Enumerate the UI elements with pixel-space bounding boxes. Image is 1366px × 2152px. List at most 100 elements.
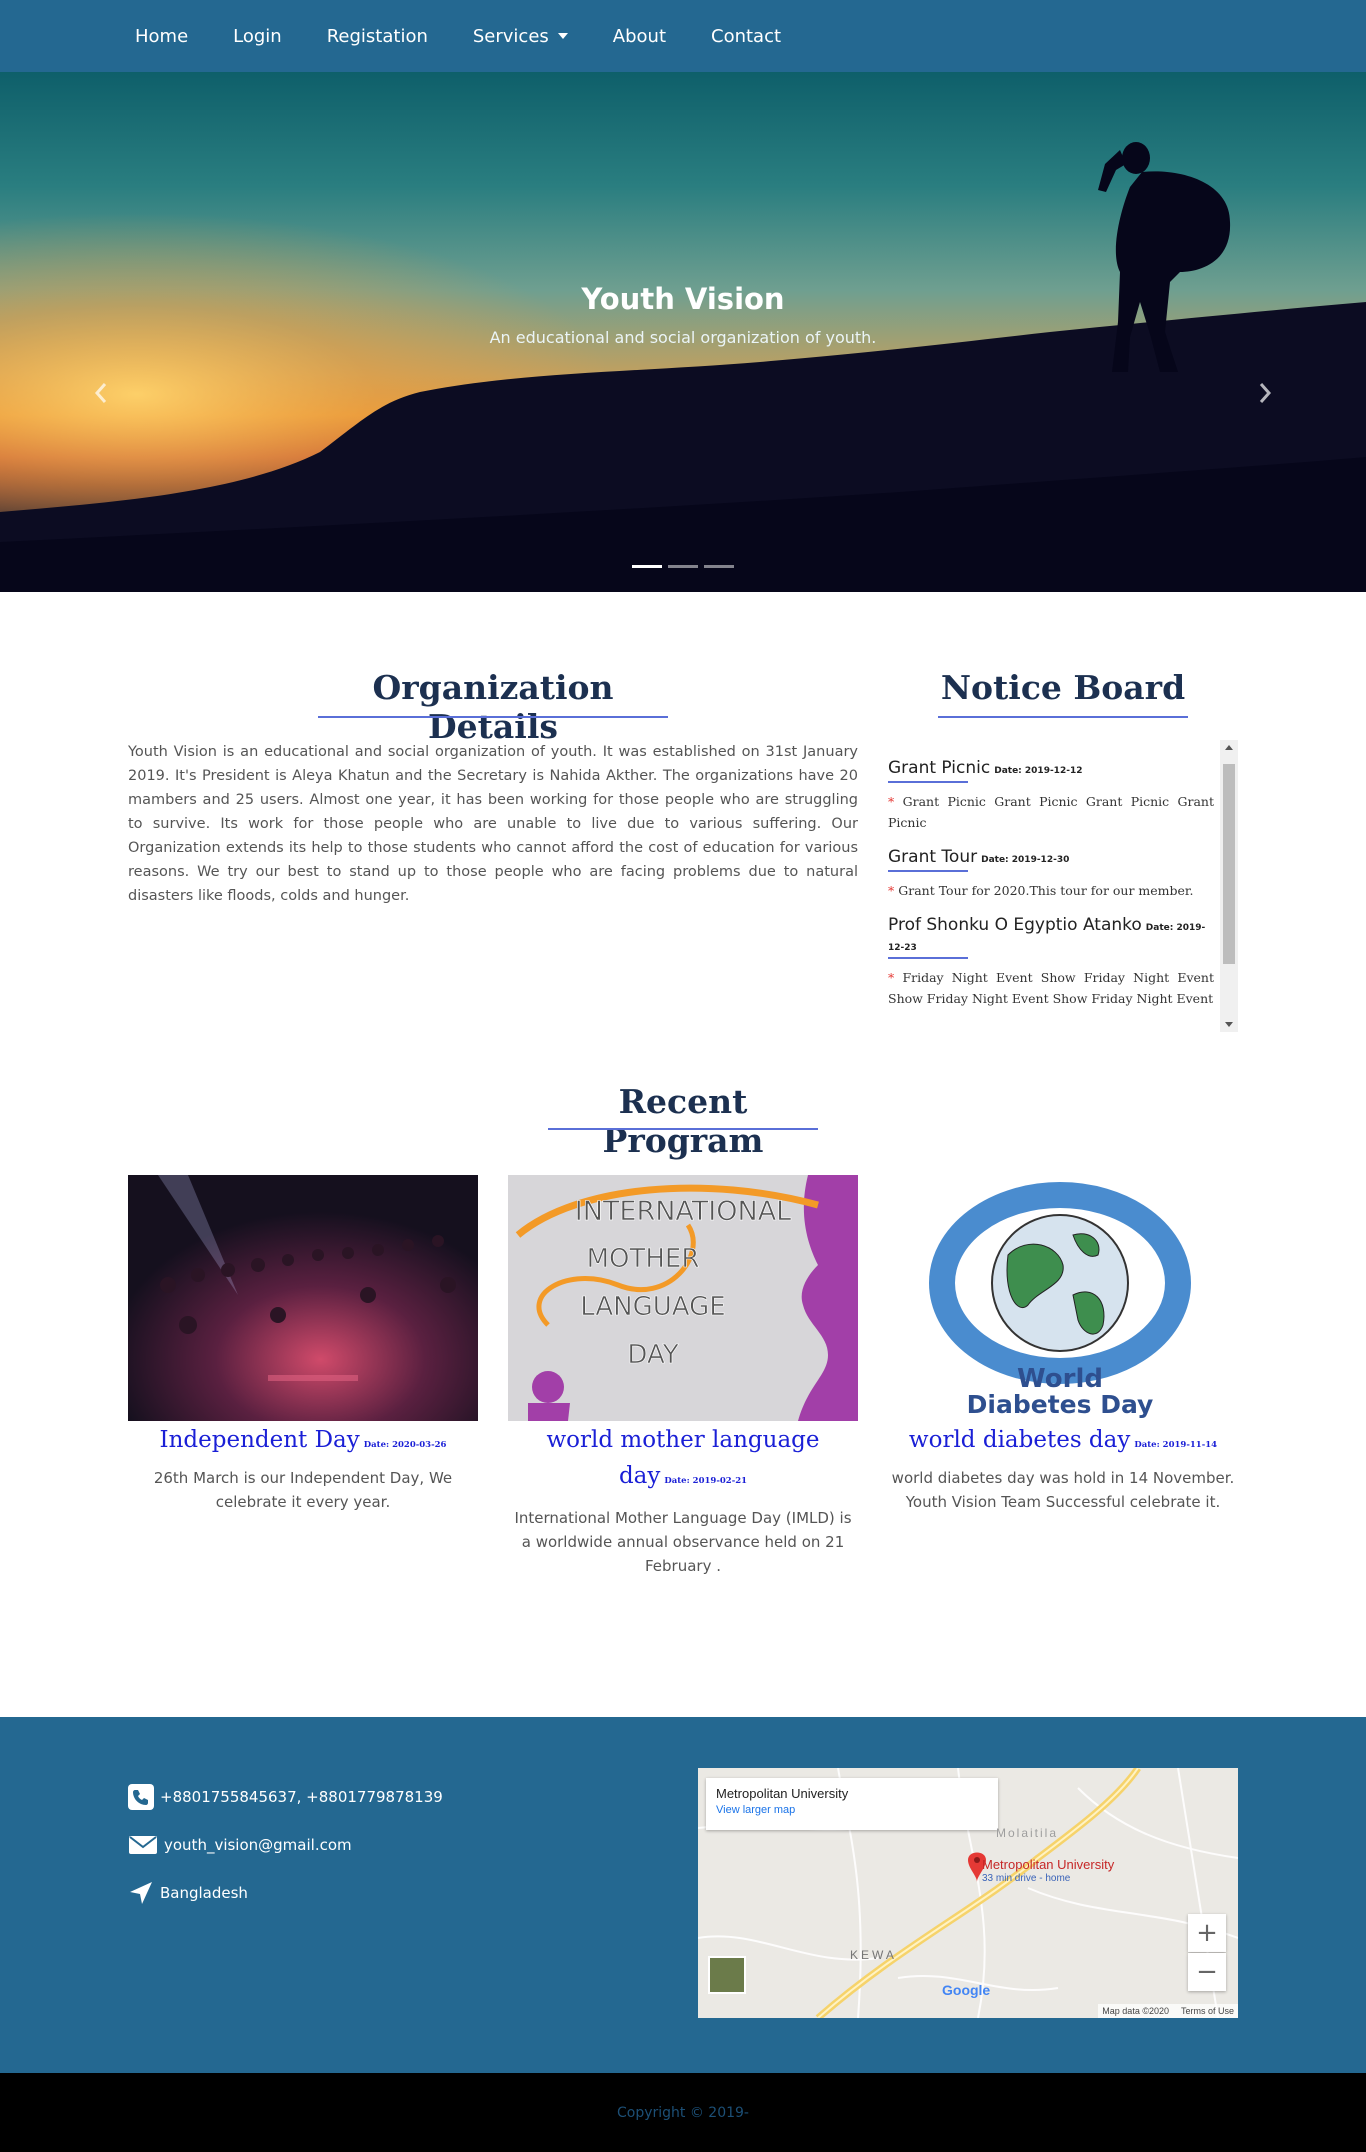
footer-location: Bangladesh	[128, 1880, 248, 1906]
scroll-down-icon[interactable]	[1225, 1022, 1233, 1027]
footer-phone: +8801755845637, +8801779878139	[128, 1784, 443, 1810]
envelope-icon	[129, 1836, 157, 1854]
carousel-indicators	[0, 565, 1366, 568]
carousel-prev-button[interactable]	[86, 378, 116, 408]
notice-item: Grant Picnic Date: 2019-12-12 * Grant Pic…	[888, 758, 1214, 833]
chevron-left-icon	[94, 383, 107, 403]
nav-services-dropdown[interactable]: Services	[473, 26, 568, 47]
notice-item: Grant Tour Date: 2019-12-30 * Grant Tour …	[888, 847, 1214, 901]
carousel-indicator-2[interactable]	[668, 565, 698, 568]
copyright-bar: Copyright © 2019-	[0, 2073, 1366, 2152]
map-satellite-toggle[interactable]	[708, 1956, 746, 1994]
notice-item: Prof Shonku O Egyptio Atanko Date: 2019-1…	[888, 915, 1214, 1009]
nav-registration[interactable]: Registation	[327, 26, 428, 47]
hero-subtitle: An educational and social organization o…	[489, 328, 877, 347]
program-card: Independent Day Date: 2020-03-26 26th Mar…	[128, 1175, 478, 1514]
organization-title-underline	[318, 716, 668, 718]
minus-icon: −	[1196, 1957, 1218, 1987]
world-diabetes-day-image: World Diabetes Day	[888, 1175, 1238, 1421]
notice-board-title: Notice Board	[940, 668, 1186, 707]
scroll-up-icon[interactable]	[1225, 745, 1233, 750]
nav-registration-label: Registation	[326, 25, 428, 47]
caret-down-icon	[557, 33, 568, 39]
map-google-logo: Google	[942, 1982, 991, 1998]
program-card-title[interactable]: Independent Day	[160, 1427, 360, 1453]
notice-item-body: Grant Tour for 2020.This tour for our me…	[898, 883, 1194, 898]
chevron-right-icon	[1259, 383, 1272, 403]
organization-text: Youth Vision is an educational and socia…	[128, 744, 858, 904]
recent-program-title-underline	[548, 1128, 818, 1130]
recent-program-title: Recent Program	[602, 1082, 764, 1160]
mother-language-line-3: LANGUAGE	[580, 1292, 725, 1322]
footer-phone-text[interactable]: +8801755845637, +8801779878139	[160, 1788, 443, 1806]
notice-item-body: Friday Night Event Show Friday Night Eve…	[888, 970, 1214, 1006]
bullet-star-icon: *	[888, 883, 899, 898]
plus-icon: +	[1196, 1918, 1218, 1948]
notice-item-underline	[888, 781, 968, 783]
program-card: World Diabetes Day world diabetes day Dat…	[888, 1175, 1238, 1514]
nav-services-label: Services	[472, 25, 549, 47]
mother-language-line-1: INTERNATIONAL	[575, 1196, 791, 1227]
map-data-credit: Map data ©2020	[1102, 2006, 1169, 2016]
notice-board-list[interactable]: Grant Picnic Date: 2019-12-12 * Grant Pic…	[888, 740, 1238, 1032]
notice-scrollbar[interactable]	[1220, 740, 1238, 1032]
map-zoom-out-button[interactable]: −	[1188, 1953, 1226, 1991]
notice-item-date: Date: 2019-12-30	[981, 855, 1070, 865]
notice-item-date: Date: 2019-12-12	[994, 766, 1083, 776]
notice-item-underline	[888, 870, 968, 872]
top-navbar: Home Login Registation Services About Co…	[0, 0, 1366, 72]
nav-contact[interactable]: Contact	[711, 26, 781, 47]
mother-language-day-image: INTERNATIONAL MOTHER LANGUAGE DAY	[508, 1175, 858, 1421]
mother-language-line-2: MOTHER	[587, 1244, 700, 1274]
bullet-star-icon: *	[888, 970, 903, 985]
program-card-date: Date: 2019-02-21	[664, 1476, 748, 1486]
footer-email-text[interactable]: youth_vision@gmail.com	[164, 1836, 352, 1854]
map-footer-bar: Map data ©2020 Terms of Use	[1098, 2004, 1238, 2018]
footer-email: youth_vision@gmail.com	[128, 1832, 352, 1858]
concert-crowd-image	[128, 1175, 478, 1421]
diabetes-word-day: Diabetes Day	[967, 1390, 1154, 1419]
nav-home-label: Home	[135, 25, 189, 47]
notice-scrollbar-thumb[interactable]	[1223, 764, 1235, 964]
bullet-star-icon: *	[888, 794, 903, 809]
program-card-text: 26th March is our Independent Day, We ce…	[153, 1469, 453, 1511]
map-area-label: KEWA	[850, 1948, 897, 1962]
notice-item-title: Prof Shonku O Egyptio Atanko	[888, 915, 1142, 935]
footer-location-text: Bangladesh	[160, 1884, 248, 1902]
notice-board-title-underline	[938, 716, 1188, 718]
hero-carousel: Youth Vision An educational and social o…	[0, 72, 1366, 592]
mother-language-line-4: DAY	[627, 1340, 678, 1370]
embedded-map[interactable]: Metropolitan University View larger map …	[698, 1768, 1238, 2018]
program-card-text: world diabetes day was hold in 14 Novemb…	[891, 1469, 1235, 1511]
map-terms-link[interactable]: Terms of Use	[1181, 2006, 1234, 2016]
carousel-indicator-1[interactable]	[632, 565, 662, 568]
map-pin-sublabel: 33 min drive - home	[982, 1873, 1071, 1884]
copyright-text: Copyright © 2019-	[617, 2104, 749, 2121]
nav-about[interactable]: About	[613, 26, 666, 47]
carousel-indicator-3[interactable]	[704, 565, 734, 568]
carousel-next-button[interactable]	[1250, 378, 1280, 408]
program-image-mother-language: INTERNATIONAL MOTHER LANGUAGE DAY	[508, 1175, 858, 1421]
location-arrow-icon	[130, 1882, 152, 1904]
phone-icon	[128, 1784, 154, 1810]
program-card: INTERNATIONAL MOTHER LANGUAGE DAY world …	[508, 1175, 858, 1578]
organization-title: Organization Details	[372, 668, 614, 746]
program-card-date: Date: 2019-11-14	[1134, 1440, 1218, 1450]
nav-login[interactable]: Login	[233, 26, 282, 47]
program-card-date: Date: 2020-03-26	[363, 1440, 447, 1450]
program-card-title[interactable]: world diabetes day	[909, 1427, 1130, 1453]
map-view-larger-link[interactable]: View larger map	[716, 1804, 988, 1816]
nav-contact-label: Contact	[711, 25, 782, 47]
nav-login-label: Login	[233, 25, 282, 47]
nav-about-label: About	[612, 25, 666, 47]
hero-title: Youth Vision	[581, 282, 785, 316]
program-card-text: International Mother Language Day (IMLD)…	[514, 1509, 852, 1575]
map-place-name: Metropolitan University	[716, 1786, 849, 1801]
nav-home[interactable]: Home	[135, 26, 188, 47]
program-image-diabetes: World Diabetes Day	[888, 1175, 1238, 1421]
map-zoom-in-button[interactable]: +	[1188, 1914, 1226, 1952]
notice-item-underline	[888, 957, 968, 959]
map-pin-label: Metropolitan University	[982, 1857, 1115, 1872]
program-image-concert	[128, 1175, 478, 1421]
map-info-card: Metropolitan University View larger map	[706, 1778, 998, 1830]
